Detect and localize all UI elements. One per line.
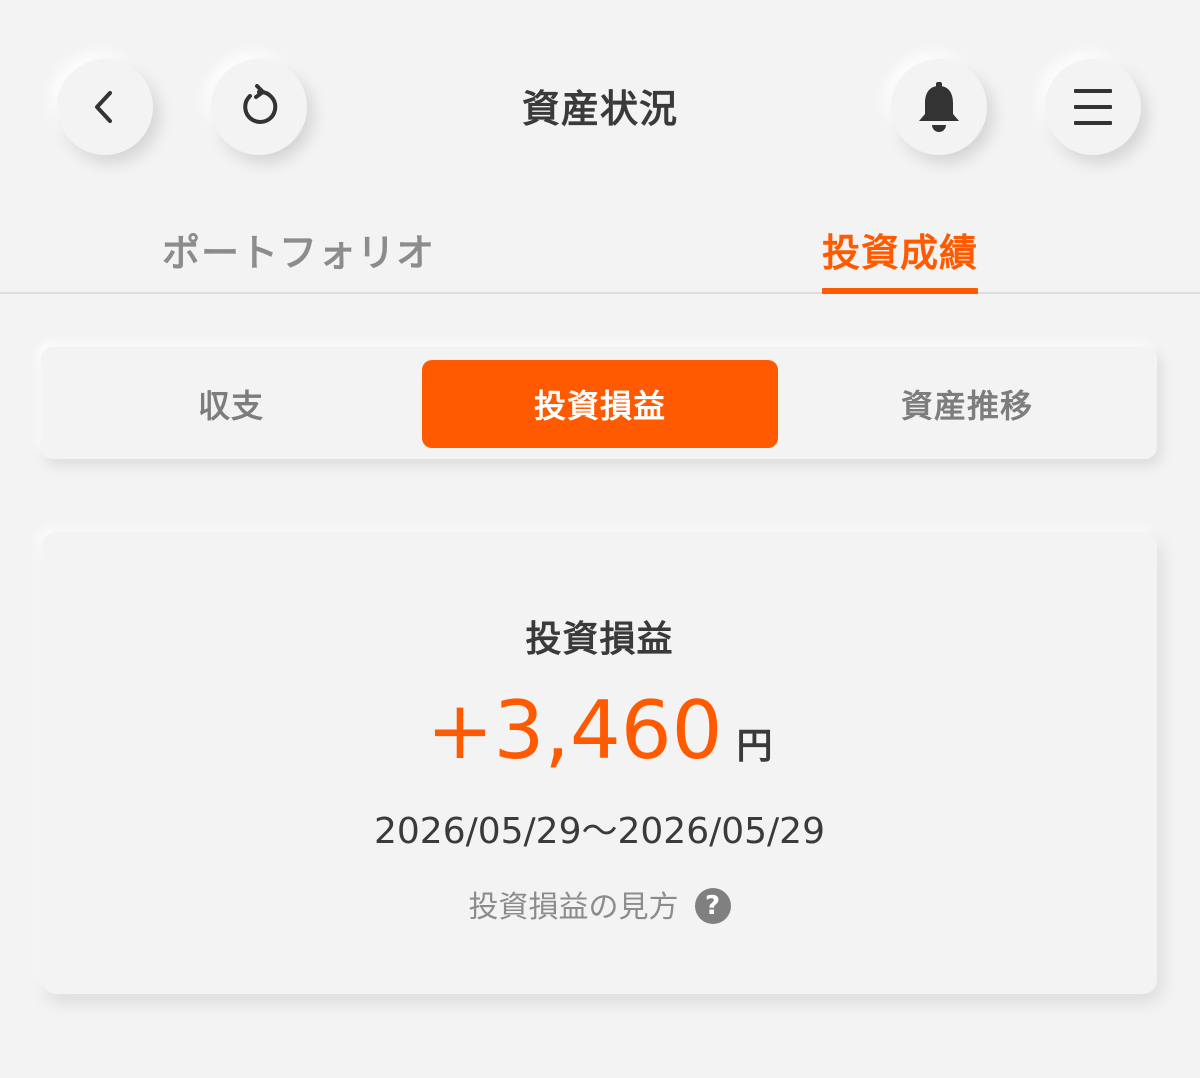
segment-investment-pnl[interactable]: 投資損益	[422, 360, 778, 448]
date-range: 2026/05/29〜2026/05/29	[374, 811, 825, 852]
segment-income-expense[interactable]: 収支	[51, 360, 411, 448]
top-tab-bar: ポートフォリオ 投資成績	[0, 200, 1200, 294]
help-link-label: 投資損益の見方	[468, 890, 679, 925]
currency-unit: 円	[736, 726, 773, 767]
menu-button[interactable]	[1045, 59, 1141, 155]
pnl-amount-row: +3,460 円	[42, 684, 1157, 777]
segment-asset-trend[interactable]: 資産推移	[789, 360, 1145, 448]
notifications-button[interactable]	[891, 59, 987, 155]
hamburger-menu-icon	[1074, 89, 1112, 125]
refresh-icon	[243, 84, 278, 124]
active-tab-indicator	[822, 288, 978, 294]
bell-icon	[919, 82, 959, 132]
refresh-button[interactable]	[211, 59, 307, 155]
question-icon: ?	[694, 887, 731, 924]
tab-portfolio[interactable]: ポートフォリオ	[162, 222, 435, 277]
card-title: 投資損益	[525, 619, 674, 660]
page-title: 資産状況	[521, 87, 678, 131]
pnl-amount: +3,460	[426, 684, 723, 777]
back-button[interactable]	[57, 59, 153, 155]
view-segment-control: 収支 投資損益 資産推移	[41, 347, 1157, 459]
tab-investment-performance[interactable]: 投資成績	[822, 222, 978, 277]
investment-pnl-card: 投資損益 +3,460 円 2026/05/29〜2026/05/29 投資損益の…	[42, 532, 1157, 994]
chevron-left-icon	[95, 91, 112, 123]
pnl-help-link[interactable]: 投資損益の見方?	[42, 882, 1157, 927]
asset-status-screen: 資産状況 ポートフォリオ 投資成績 収支 投資損益 資産推移 投資損益 +3,4…	[0, 0, 1200, 1078]
